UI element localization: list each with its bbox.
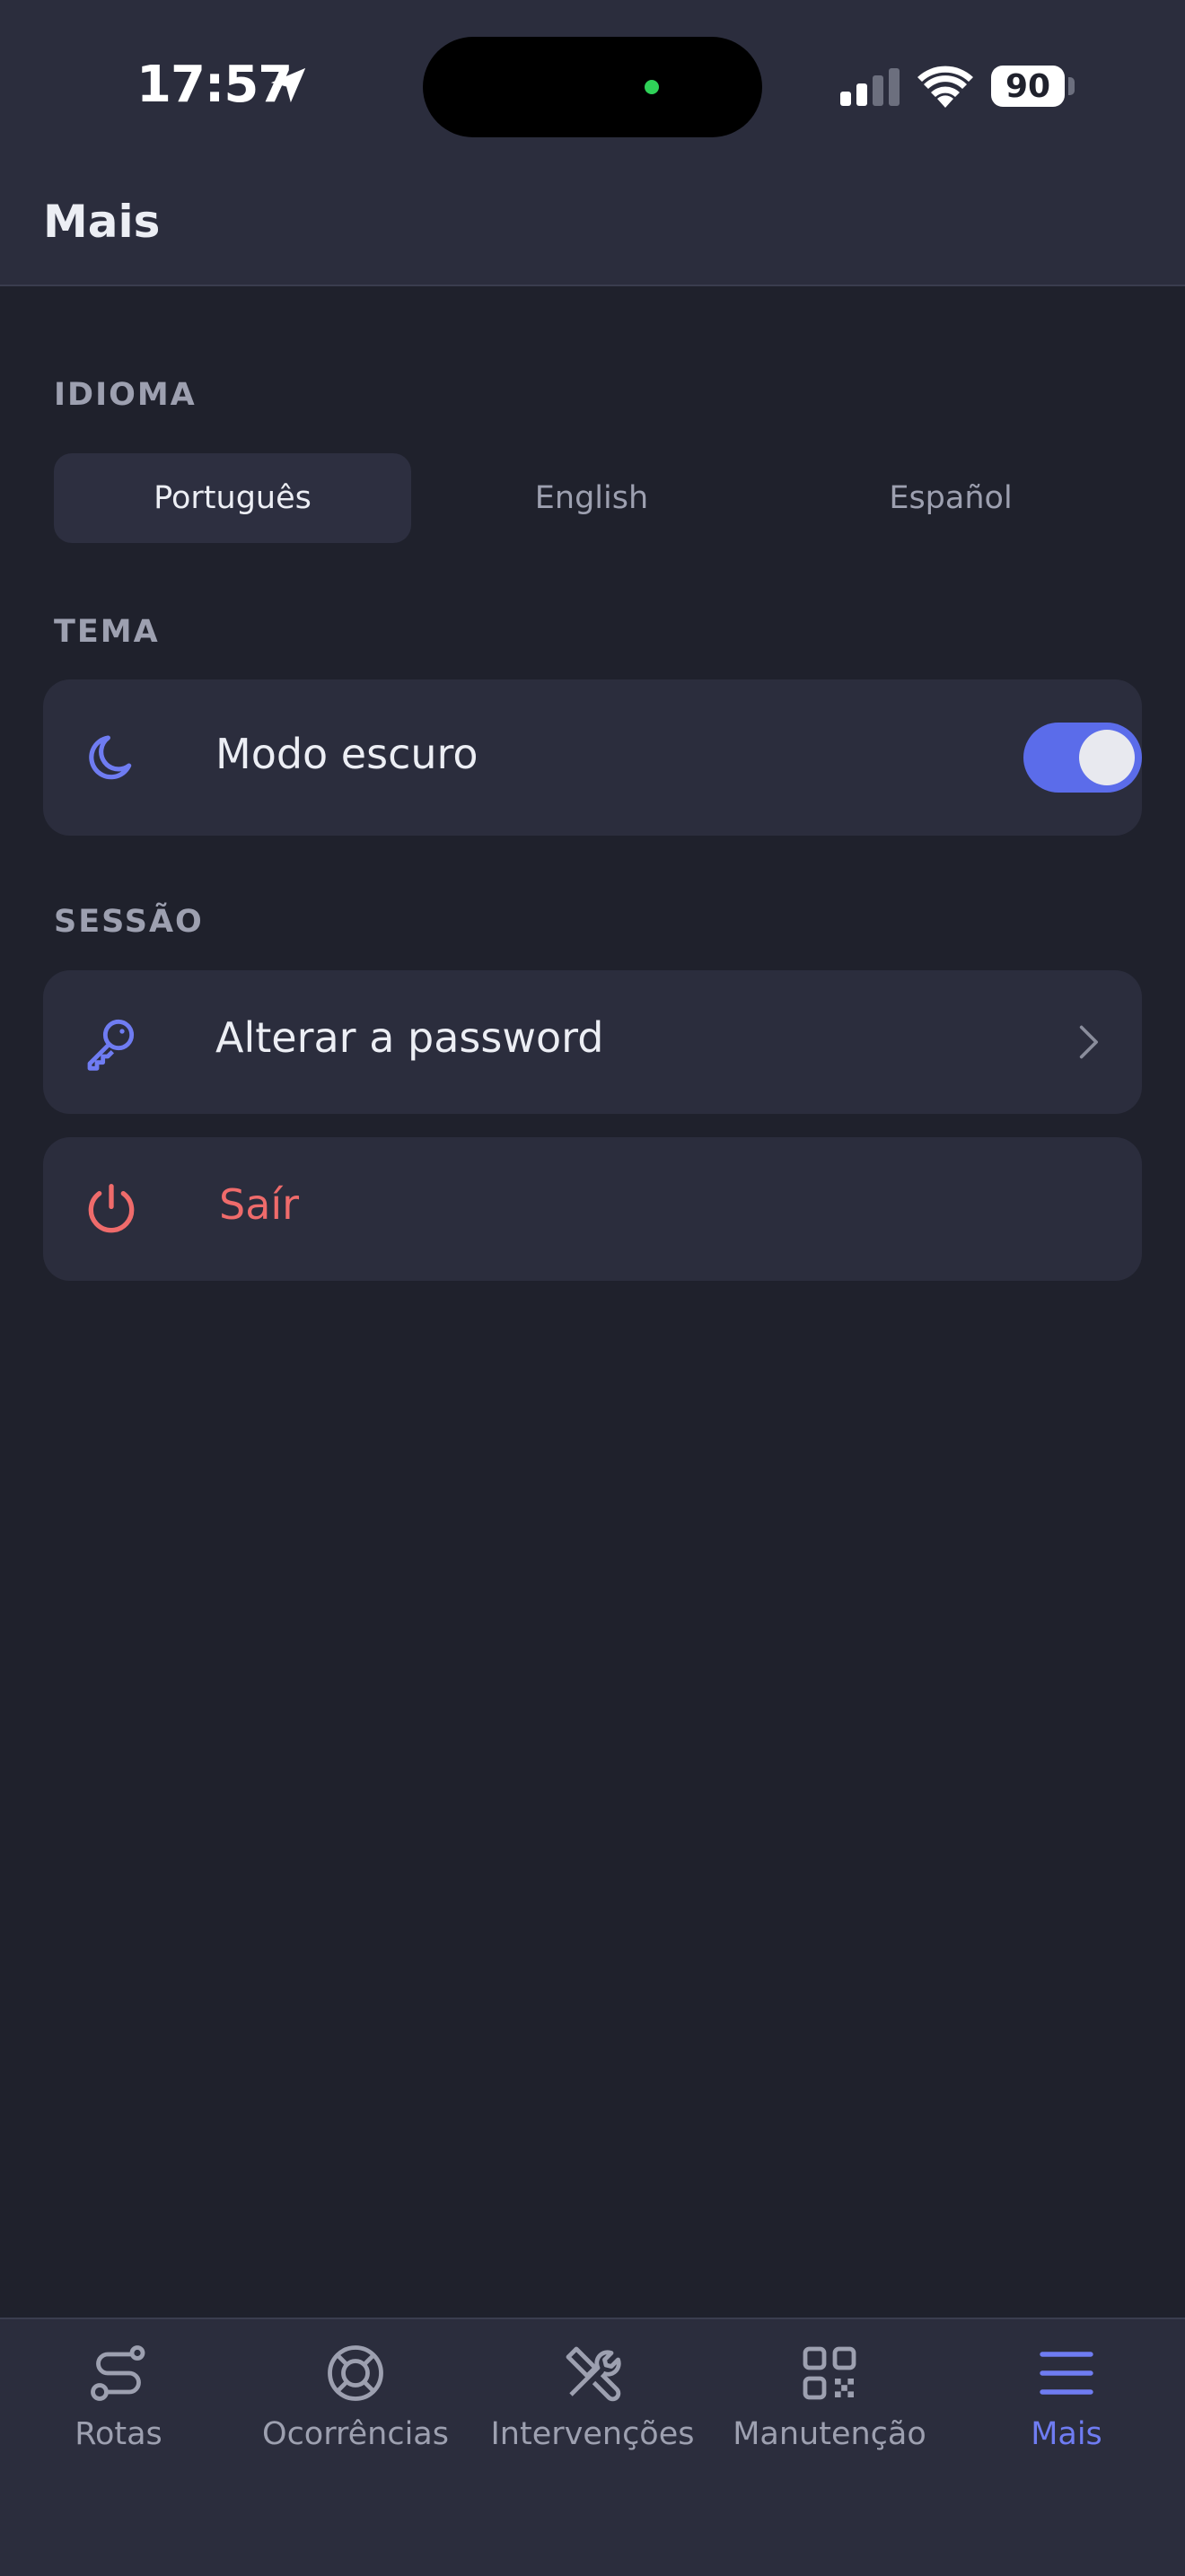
location-arrow-icon: [270, 67, 306, 103]
battery-level: 90: [1005, 67, 1051, 105]
key-icon: [87, 1019, 135, 1071]
language-section-label: IDIOMA: [54, 377, 197, 413]
battery-tip: [1068, 77, 1075, 95]
language-option-english[interactable]: English: [413, 453, 770, 543]
logout-label: Saír: [219, 1180, 300, 1229]
tab-manutencao[interactable]: Manutenção: [711, 2319, 948, 2499]
dynamic-island: [423, 37, 762, 137]
dark-mode-toggle[interactable]: [1023, 723, 1142, 793]
tab-label: Ocorrências: [262, 2416, 449, 2452]
camera-indicator-icon: [645, 80, 659, 94]
language-option-spanish[interactable]: Español: [772, 453, 1129, 543]
tab-mais[interactable]: Mais: [948, 2319, 1185, 2499]
tab-ocorrencias[interactable]: Ocorrências: [237, 2319, 474, 2499]
page-title: Mais: [43, 196, 161, 248]
cellular-signal-icon: [840, 68, 900, 106]
chevron-right-icon: [1079, 1025, 1098, 1059]
tab-label: Rotas: [75, 2416, 162, 2452]
tab-label: Intervenções: [490, 2416, 695, 2452]
tab-label: Mais: [1031, 2416, 1102, 2452]
toggle-knob: [1079, 730, 1135, 785]
change-password-label: Alterar a password: [215, 1013, 604, 1062]
bottom-tab-bar: Rotas Ocorrências Intervenções Manutençã…: [0, 2318, 1185, 2576]
session-section-label: SESSÃO: [54, 904, 204, 940]
battery-indicator: 90: [991, 66, 1065, 107]
tab-rotas[interactable]: Rotas: [0, 2319, 237, 2499]
language-option-portuguese[interactable]: Português: [54, 453, 411, 543]
dark-mode-label: Modo escuro: [215, 730, 478, 778]
tab-intervencoes[interactable]: Intervenções: [474, 2319, 711, 2499]
app-header: Mais: [0, 162, 1185, 286]
logout-row[interactable]: Saír: [43, 1137, 1142, 1281]
tools-icon: [566, 2346, 621, 2402]
power-icon: [88, 1184, 135, 1233]
wifi-icon: [917, 66, 973, 108]
language-selector: Português English Español: [54, 453, 1131, 543]
lifebuoy-icon: [328, 2345, 383, 2401]
tab-label: Manutenção: [733, 2416, 926, 2452]
moon-icon: [89, 735, 132, 780]
status-bar: 17:57 90: [0, 0, 1185, 162]
menu-icon: [1040, 2352, 1093, 2395]
qr-code-icon: [803, 2346, 856, 2400]
route-icon: [91, 2345, 145, 2401]
dark-mode-row: Modo escuro: [43, 679, 1142, 836]
theme-section-label: TEMA: [54, 614, 160, 650]
change-password-row[interactable]: Alterar a password: [43, 970, 1142, 1114]
